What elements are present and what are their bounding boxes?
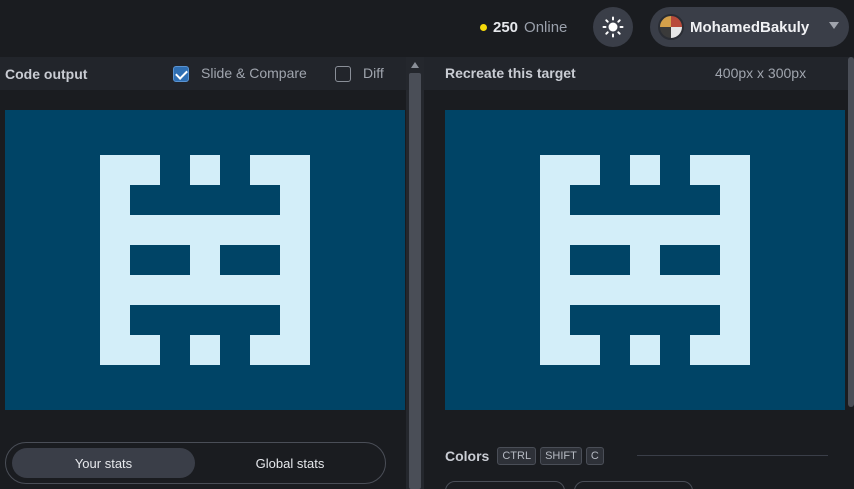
diff-label[interactable]: Diff bbox=[363, 65, 384, 81]
online-indicator: 250 Online bbox=[480, 17, 567, 37]
diff-checkbox[interactable] bbox=[335, 66, 351, 82]
output-canvas[interactable] bbox=[5, 110, 405, 410]
stats-tabs: Your stats Global stats bbox=[5, 442, 386, 484]
avatar bbox=[658, 14, 684, 40]
shortcut-key: C bbox=[585, 447, 604, 465]
online-count: 250 bbox=[493, 18, 519, 36]
slide-compare-label[interactable]: Slide & Compare bbox=[201, 65, 307, 81]
colors-section-header: Colors CTRL SHIFT C bbox=[445, 446, 608, 466]
target-canvas bbox=[445, 110, 845, 410]
username: MohamedBakuly bbox=[690, 18, 810, 36]
sun-icon bbox=[602, 16, 624, 38]
color-swatch[interactable] bbox=[445, 481, 565, 489]
shortcut-key: CTRL bbox=[497, 447, 537, 465]
tab-your-stats[interactable]: Your stats bbox=[12, 448, 195, 478]
slide-compare-checkbox[interactable] bbox=[173, 66, 189, 82]
code-output-area bbox=[0, 90, 406, 489]
target-area bbox=[424, 90, 854, 489]
target-dimensions: 400px x 300px bbox=[715, 65, 807, 81]
theme-toggle-button[interactable] bbox=[593, 7, 633, 47]
target-header: Recreate this target 400px x 300px bbox=[424, 57, 854, 90]
tab-global-stats[interactable]: Global stats bbox=[200, 448, 380, 478]
colors-title: Colors bbox=[445, 448, 490, 464]
scrollbar-thumb[interactable] bbox=[409, 73, 421, 489]
right-scrollbar[interactable] bbox=[848, 57, 854, 407]
target-title: Recreate this target bbox=[445, 65, 576, 81]
divider bbox=[637, 455, 828, 456]
user-menu-button[interactable]: MohamedBakuly bbox=[650, 7, 849, 47]
color-swatch[interactable] bbox=[574, 481, 693, 489]
top-bar: 250 Online MohamedBakuly bbox=[0, 0, 854, 56]
code-output-header: Code output Slide & Compare Diff bbox=[0, 57, 406, 90]
panel-divider-scrollbar[interactable] bbox=[406, 57, 424, 489]
online-label: Online bbox=[524, 18, 568, 36]
online-dot-icon bbox=[480, 23, 487, 31]
shortcut-key: SHIFT bbox=[540, 447, 582, 465]
scroll-up-icon[interactable] bbox=[411, 62, 419, 68]
chevron-down-icon bbox=[829, 22, 839, 29]
code-output-title: Code output bbox=[5, 65, 88, 82]
